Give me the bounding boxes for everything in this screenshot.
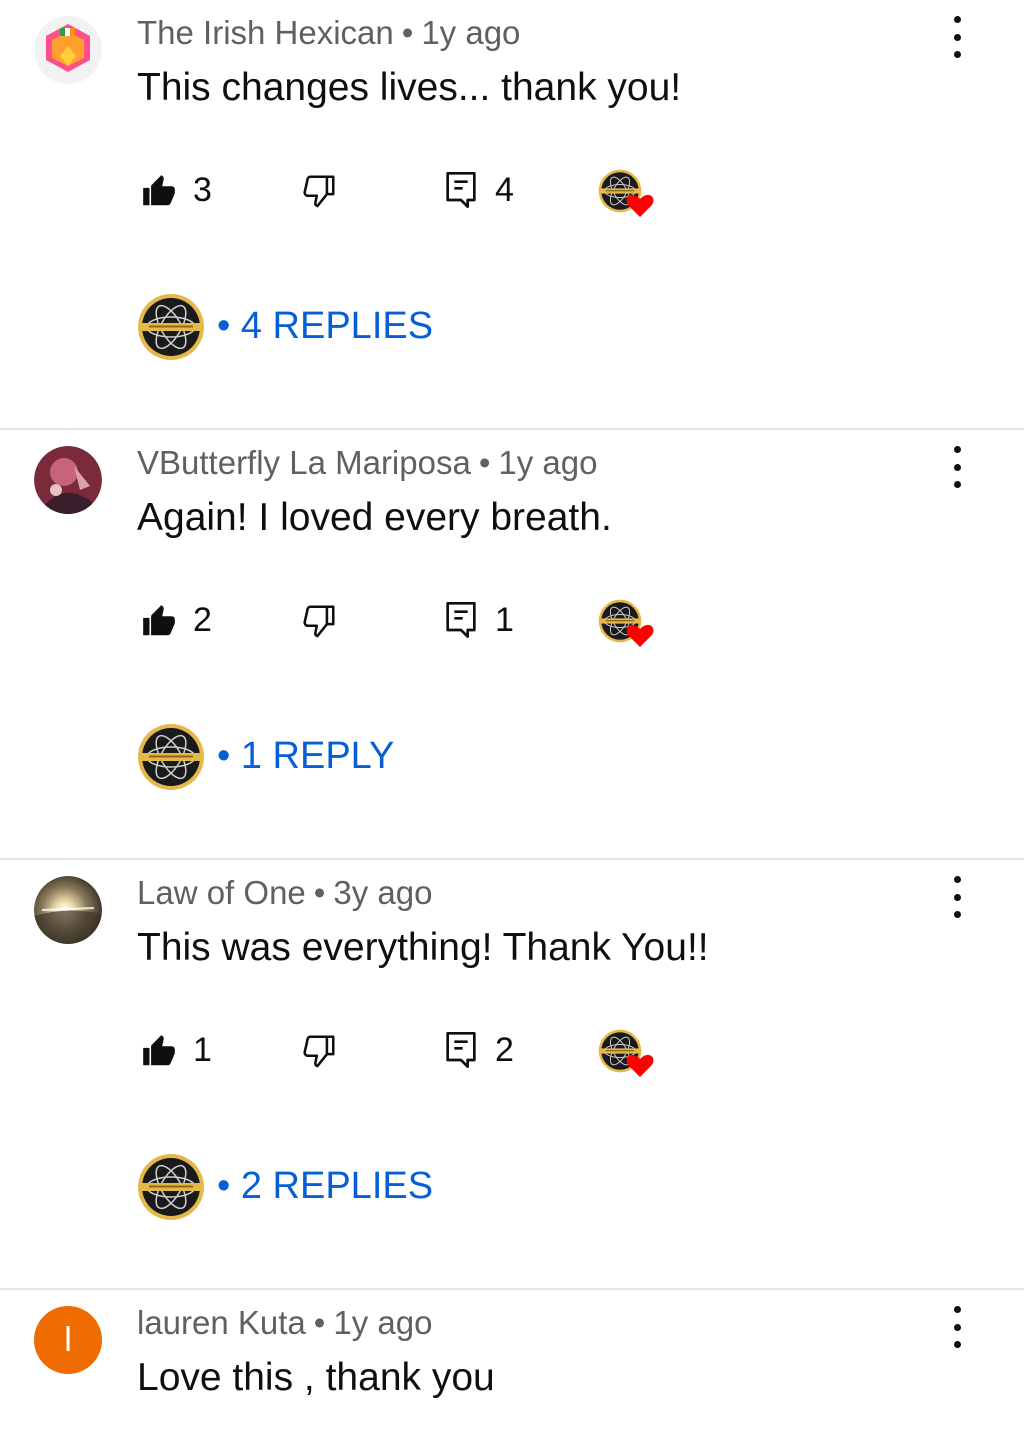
avatar-letter: l: [64, 1320, 72, 1359]
thumbs-down-icon[interactable]: [300, 1031, 338, 1071]
reply-count: 4: [495, 171, 514, 209]
separator-dot: •: [313, 1304, 326, 1341]
thumbs-up-icon[interactable]: [140, 171, 178, 211]
action-bar: 1 2: [0, 1025, 1024, 1081]
avatar[interactable]: [34, 16, 102, 84]
author-name[interactable]: VButterfly La Mariposa: [137, 444, 471, 481]
avatar[interactable]: l: [34, 1306, 102, 1374]
comment-text: This changes lives... thank you!: [137, 66, 682, 109]
creator-avatar: [137, 1153, 205, 1221]
comment-text: This was everything! Thank You!!: [137, 926, 709, 969]
action-bar: 3 4: [0, 165, 1024, 221]
timestamp: 3y ago: [333, 874, 433, 911]
comment-thread: Law of One • 3y ago This was everything! T…: [0, 860, 1024, 1290]
more-options-button[interactable]: [942, 1306, 972, 1348]
thumbs-down-icon[interactable]: [300, 601, 338, 641]
more-vert-icon: [953, 876, 961, 883]
thumbs-up-icon[interactable]: [140, 1031, 178, 1071]
view-replies-button[interactable]: • 2 REPLIES: [137, 1153, 737, 1223]
comment-reply-icon[interactable]: [444, 170, 478, 210]
author-name[interactable]: Law of One: [137, 874, 306, 911]
comment-thread: l lauren Kuta • 1y ago Love this , thank y…: [0, 1290, 1024, 1429]
more-options-button[interactable]: [942, 446, 972, 488]
creator-heart-icon: [598, 599, 654, 647]
comment-header: The Irish Hexican • 1y ago: [137, 14, 520, 52]
replies-link[interactable]: • 4 REPLIES: [217, 305, 433, 348]
timestamp: 1y ago: [498, 444, 598, 481]
more-vert-icon: [953, 446, 961, 453]
comment-header: VButterfly La Mariposa • 1y ago: [137, 444, 597, 482]
thumbs-down-icon[interactable]: [300, 171, 338, 211]
author-name[interactable]: The Irish Hexican: [137, 14, 394, 51]
comment-text: Again! I loved every breath.: [137, 496, 612, 539]
creator-avatar: [137, 293, 205, 361]
comment-reply-icon[interactable]: [444, 1030, 478, 1070]
view-replies-button[interactable]: • 1 REPLY: [137, 723, 737, 793]
separator-dot: •: [478, 444, 491, 481]
more-vert-icon: [953, 16, 961, 23]
separator-dot: •: [401, 14, 414, 51]
comment-header: lauren Kuta • 1y ago: [137, 1304, 432, 1342]
reply-count: 2: [495, 1031, 514, 1069]
creator-avatar: [137, 723, 205, 791]
replies-link[interactable]: • 1 REPLY: [217, 735, 394, 778]
timestamp: 1y ago: [421, 14, 521, 51]
replies-link[interactable]: • 2 REPLIES: [217, 1165, 433, 1208]
like-count: 3: [193, 171, 212, 209]
comment-reply-icon[interactable]: [444, 600, 478, 640]
more-options-button[interactable]: [942, 876, 972, 918]
timestamp: 1y ago: [333, 1304, 433, 1341]
action-bar: 2 1: [0, 595, 1024, 651]
comment-text: Love this , thank you: [137, 1356, 495, 1399]
creator-heart-icon: [598, 169, 654, 217]
avatar[interactable]: [34, 876, 102, 944]
avatar[interactable]: [34, 446, 102, 514]
comment-thread: The Irish Hexican • 1y ago This changes li…: [0, 0, 1024, 430]
more-vert-icon: [953, 1306, 961, 1313]
reply-count: 1: [495, 601, 514, 639]
separator-dot: •: [313, 874, 326, 911]
author-name[interactable]: lauren Kuta: [137, 1304, 306, 1341]
view-replies-button[interactable]: • 4 REPLIES: [137, 293, 737, 363]
comment-thread: VButterfly La Mariposa • 1y ago Again! I l…: [0, 430, 1024, 860]
like-count: 1: [193, 1031, 212, 1069]
comment-header: Law of One • 3y ago: [137, 874, 432, 912]
creator-heart-icon: [598, 1029, 654, 1077]
like-count: 2: [193, 601, 212, 639]
thumbs-up-icon[interactable]: [140, 601, 178, 641]
more-options-button[interactable]: [942, 16, 972, 58]
